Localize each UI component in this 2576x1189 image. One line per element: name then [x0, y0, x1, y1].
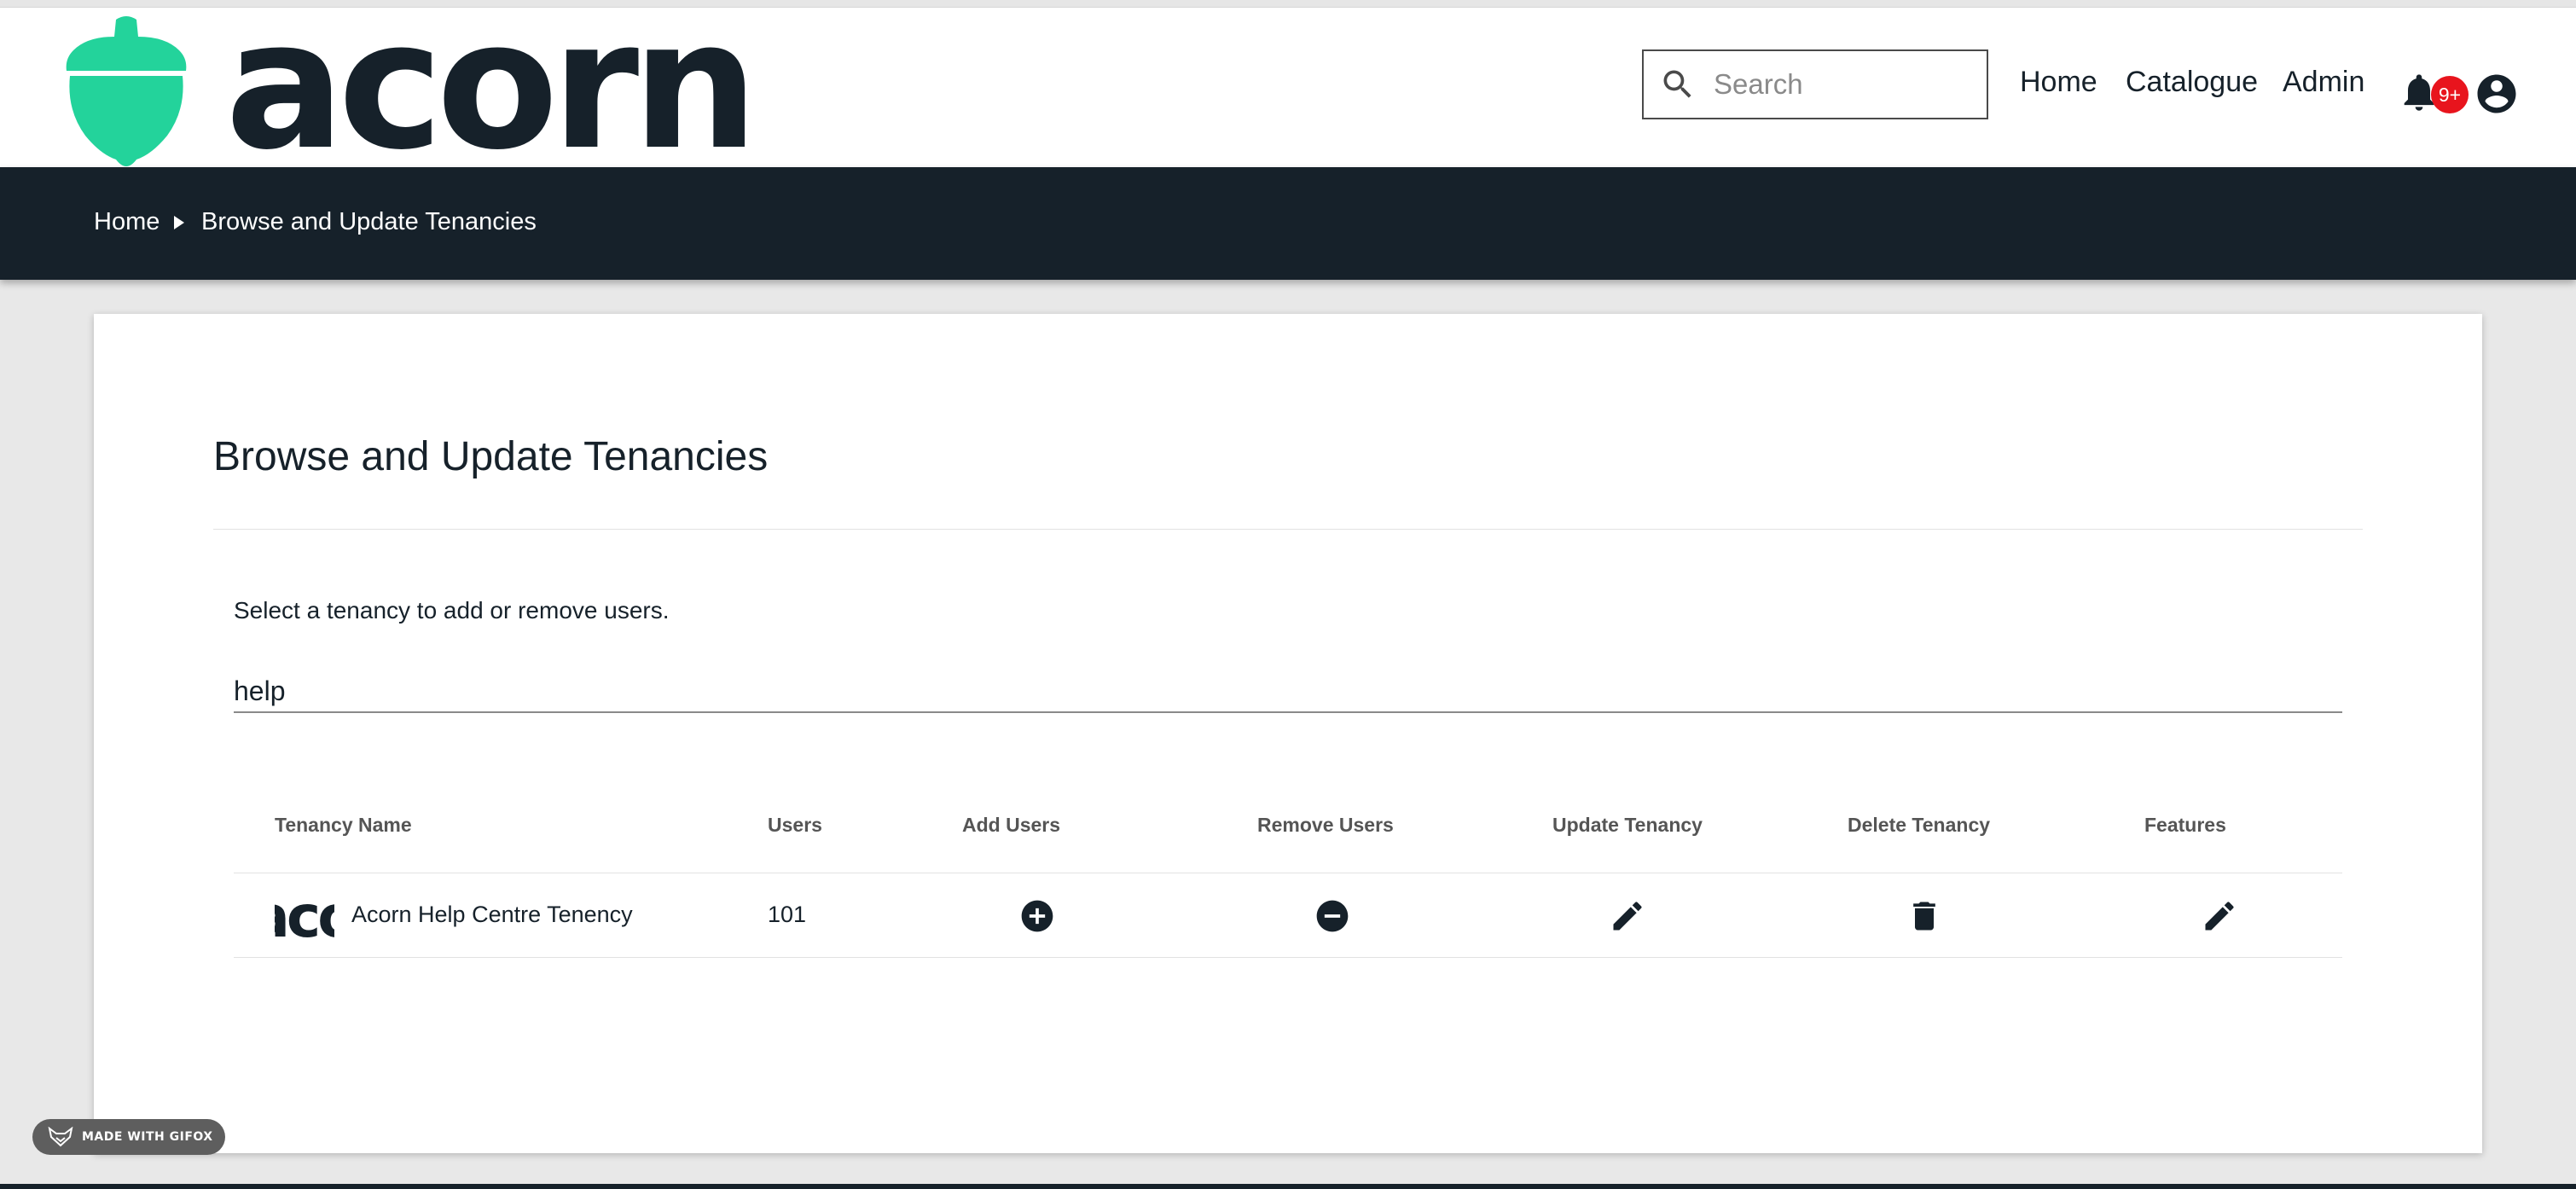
pencil-icon[interactable] [1609, 897, 1646, 935]
notification-badge: 9+ [2431, 76, 2469, 113]
title-divider [213, 529, 2363, 530]
content-card: Browse and Update Tenancies Select a ten… [94, 314, 2482, 1153]
column-header-remove-users: Remove Users [1257, 814, 1394, 836]
breadcrumb-current: Browse and Update Tenancies [201, 208, 537, 235]
bottom-border [0, 1184, 2576, 1189]
column-header-features: Features [2144, 814, 2226, 836]
pencil-icon[interactable] [2201, 897, 2238, 935]
instructions-text: Select a tenancy to add or remove users. [234, 597, 670, 624]
column-header-delete-tenancy: Delete Tenancy [1848, 814, 1991, 836]
column-header-users[interactable]: Users [768, 814, 822, 837]
breadcrumb: Home Browse and Update Tenancies [0, 167, 2576, 280]
search-icon [1663, 70, 1691, 98]
remove-circle-icon[interactable] [1314, 897, 1351, 935]
gifox-watermark: MADE WITH GIFOX [32, 1119, 225, 1155]
top-header: acorn Home Catalogue Admin 9+ [0, 0, 2576, 175]
breadcrumb-separator-icon [174, 216, 184, 229]
gifox-label: MADE WITH GIFOX [82, 1130, 213, 1144]
tenancy-name: Acorn Help Centre Tenency [351, 902, 633, 927]
account-circle-icon[interactable] [2474, 71, 2520, 117]
column-header-update-tenancy: Update Tenancy [1552, 814, 1703, 836]
nav-home[interactable]: Home [2020, 66, 2097, 99]
search-input[interactable] [1714, 68, 1970, 101]
add-circle-icon[interactable] [1018, 897, 1056, 935]
tenancy-logo: acorn [275, 894, 334, 940]
nav-catalogue[interactable]: Catalogue [2126, 66, 2258, 99]
page-title: Browse and Update Tenancies [213, 434, 769, 479]
table-row[interactable]: acorn Acorn Help Centre Tenency 101 [234, 873, 2342, 958]
tenancy-filter-input[interactable] [234, 670, 2342, 713]
tenancy-logo-text: acorn [275, 894, 334, 940]
trash-icon[interactable] [1906, 897, 1943, 935]
search-box[interactable] [1642, 49, 1988, 119]
breadcrumb-home[interactable]: Home [94, 208, 160, 236]
column-header-add-users: Add Users [962, 814, 1061, 836]
acorn-logo-icon[interactable] [63, 16, 189, 166]
tenancy-user-count: 101 [768, 902, 807, 927]
column-header-tenancy-name[interactable]: Tenancy Name [275, 814, 412, 837]
brand-wordmark[interactable]: acorn [225, 0, 758, 175]
fox-icon [48, 1127, 73, 1147]
nav-admin[interactable]: Admin [2283, 66, 2364, 99]
